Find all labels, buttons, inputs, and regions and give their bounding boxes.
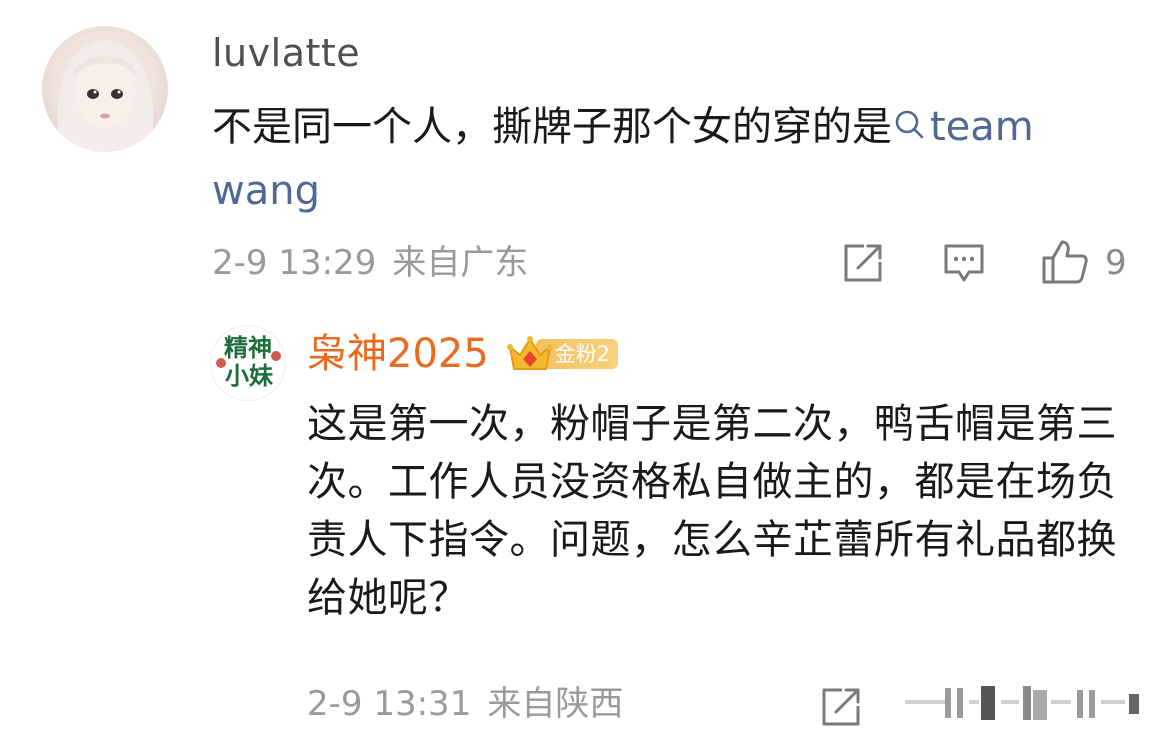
like-count: 9 (1105, 243, 1127, 283)
share-icon (844, 244, 882, 282)
avatar[interactable] (42, 26, 168, 152)
avatar-text-line1: 精神 (224, 334, 272, 362)
crown-icon (507, 336, 553, 370)
comment-body: 不是同一个人，撕牌子那个女的穿的是 (212, 104, 892, 150)
comment-text: 不是同一个人，撕牌子那个女的穿的是 team wang (212, 95, 1142, 223)
reply-button[interactable] (941, 240, 987, 286)
reply-icon (944, 244, 984, 282)
timestamp: 2-9 13:29 (212, 243, 377, 283)
location: 来自陕西 (487, 684, 624, 724)
share-button[interactable] (840, 240, 886, 286)
search-icon (895, 110, 924, 139)
username[interactable]: luvlatte (212, 30, 360, 76)
avatar-decoration (216, 358, 226, 368)
avatar-decoration (271, 351, 281, 361)
reply-avatar[interactable]: 精神 小妹 (210, 325, 286, 401)
share-icon (822, 688, 860, 726)
like-icon (1042, 240, 1088, 284)
avatar-portrait-icon (57, 40, 154, 152)
reply-username[interactable]: 枭神2025 (307, 330, 489, 378)
timestamp: 2-9 13:31 (307, 684, 472, 724)
like-button[interactable] (1040, 236, 1090, 286)
fan-badge[interactable]: 金粉2 (506, 333, 620, 375)
location: 来自广东 (392, 243, 529, 283)
reply-meta: 2-9 13:31 来自陕西 (307, 684, 623, 724)
obscured-actions (905, 686, 1139, 720)
share-button[interactable] (818, 684, 864, 730)
avatar-text-line2: 小妹 (225, 362, 273, 390)
reply-text: 这是第一次，粉帽子是第二次，鸭舌帽是第三次。工作人员没资格私自做主的，都是在场负… (307, 401, 1117, 621)
comment-meta: 2-9 13:29 来自广东 (212, 243, 528, 283)
